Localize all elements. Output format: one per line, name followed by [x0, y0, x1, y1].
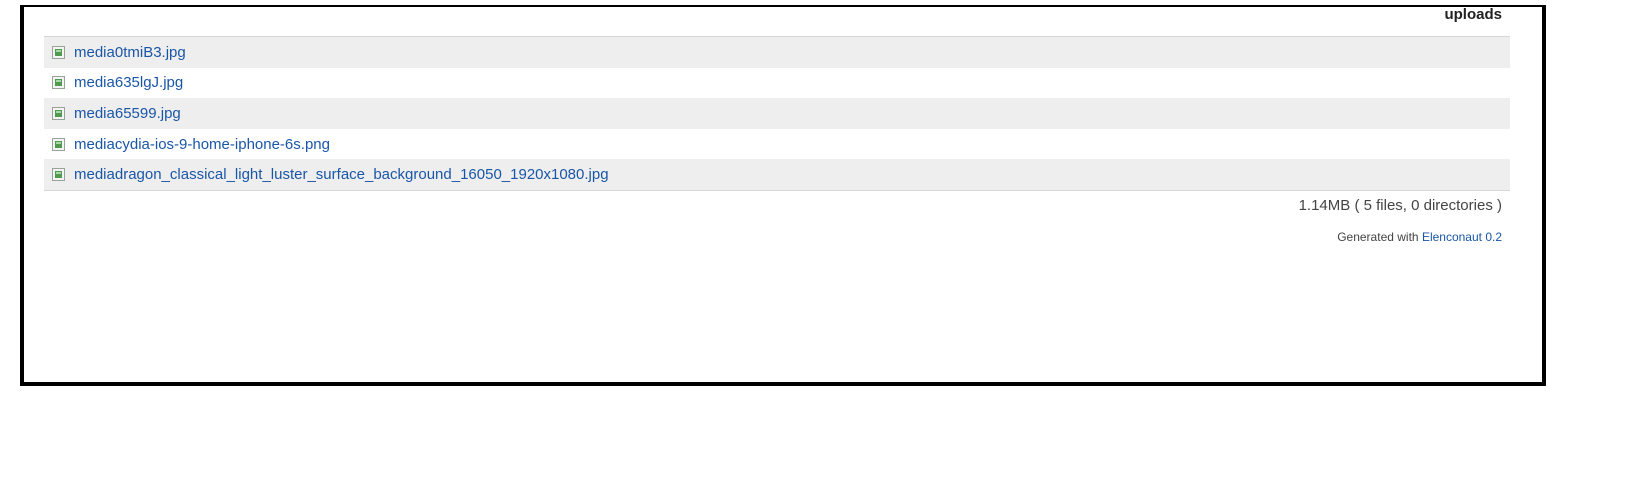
image-file-icon: [52, 76, 65, 90]
image-file-icon: [52, 137, 65, 151]
directory-title: uploads: [1444, 6, 1502, 23]
list-item[interactable]: media65599.jpg: [44, 98, 1510, 129]
image-file-icon: [52, 106, 65, 120]
file-link[interactable]: media635lgJ.jpg: [74, 74, 183, 91]
file-link[interactable]: mediacydia-ios-9-home-iphone-6s.png: [74, 136, 330, 153]
generated-footer: Generated with Elenconaut 0.2: [1337, 230, 1502, 244]
directory-summary: 1.14MB ( 5 files, 0 directories ): [1298, 197, 1502, 214]
list-item[interactable]: mediadragon_classical_light_luster_surfa…: [44, 159, 1510, 190]
file-link[interactable]: media65599.jpg: [74, 105, 181, 122]
image-file-icon: [52, 168, 65, 182]
generated-prefix: Generated with: [1337, 230, 1419, 244]
image-file-icon: [52, 45, 65, 59]
listing-frame: uploads media0tmiB3.jpg media635lgJ.jpg …: [20, 5, 1546, 386]
list-item[interactable]: mediacydia-ios-9-home-iphone-6s.png: [44, 128, 1510, 160]
list-item[interactable]: media635lgJ.jpg: [44, 67, 1510, 99]
generator-link[interactable]: Elenconaut 0.2: [1422, 230, 1502, 244]
file-link[interactable]: mediadragon_classical_light_luster_surfa…: [74, 166, 609, 183]
file-link[interactable]: media0tmiB3.jpg: [74, 44, 186, 61]
list-item[interactable]: media0tmiB3.jpg: [44, 37, 1510, 68]
file-list: media0tmiB3.jpg media635lgJ.jpg media655…: [44, 36, 1510, 191]
